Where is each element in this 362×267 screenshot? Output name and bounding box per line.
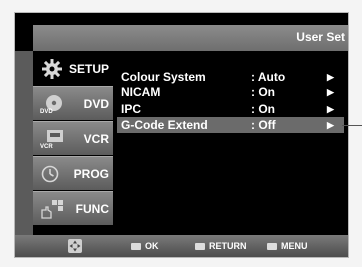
sidebar-item-label: SETUP	[68, 62, 109, 76]
setting-row-nicam[interactable]: NICAM : On ▶	[121, 84, 344, 100]
function-icon	[39, 198, 65, 220]
callout-line	[342, 125, 362, 126]
sidebar-item-label: DVD	[83, 97, 109, 111]
sidebar-item-label: FUNC	[75, 202, 109, 216]
ok-label: OK	[145, 241, 159, 251]
dvd-icon: DVD	[39, 93, 65, 115]
right-arrow-icon[interactable]: ▶	[327, 118, 334, 132]
setting-name: IPC	[121, 102, 142, 116]
right-arrow-icon[interactable]: ▶	[327, 70, 334, 84]
return-label: RETURN	[209, 241, 247, 251]
sidebar-item-label: VCR	[83, 132, 109, 146]
sidebar-item-setup[interactable]: SETUP	[33, 51, 113, 85]
setting-value: : On	[251, 102, 275, 116]
sidebar-item-func[interactable]: FUNC	[33, 191, 113, 225]
header-bar: User Set	[15, 13, 348, 51]
sidebar-item-label: PROG	[73, 167, 109, 181]
dvd-icon-text: DVD	[40, 109, 53, 115]
setting-row-colour-system[interactable]: Colour System : Auto ▶	[121, 69, 344, 85]
sidebar-item-dvd[interactable]: DVD DVD	[33, 86, 113, 120]
sidebar-item-prog[interactable]: PROG	[33, 156, 113, 190]
settings-panel: Colour System : Auto ▶ NICAM : On ▶ IPC …	[113, 51, 348, 235]
vcr-icon: VCR	[39, 128, 65, 150]
osd-screen: User Set SETUP DVD DVD VCR VCR PROG FUNC…	[14, 12, 349, 258]
clock-icon	[39, 163, 65, 185]
setting-row-g-code-extend[interactable]: G-Code Extend : Off ▶	[117, 117, 344, 133]
setting-value: : On	[251, 85, 275, 99]
footer-bar: OK RETURN MENU	[15, 235, 348, 257]
menu-hint[interactable]: MENU	[267, 241, 308, 251]
return-hint[interactable]: RETURN	[195, 241, 247, 251]
vcr-icon-text: VCR	[40, 144, 53, 150]
menu-key-icon	[267, 243, 277, 251]
right-arrow-icon[interactable]: ▶	[327, 85, 334, 99]
gear-icon	[39, 58, 65, 80]
setting-value: : Off	[251, 118, 276, 132]
sidebar-item-vcr[interactable]: VCR VCR	[33, 121, 113, 155]
page-title: User Set	[296, 30, 345, 44]
left-edge-bar	[15, 51, 33, 235]
setting-name: NICAM	[121, 85, 161, 99]
setting-row-ipc[interactable]: IPC : On ▶	[121, 101, 344, 117]
sidebar-menu: SETUP DVD DVD VCR VCR PROG FUNC	[33, 51, 113, 226]
menu-label: MENU	[281, 241, 308, 251]
setting-value: : Auto	[251, 70, 286, 84]
setting-name: G-Code Extend	[121, 118, 208, 132]
navigation-pad-icon	[67, 238, 83, 256]
return-key-icon	[195, 243, 205, 251]
setting-name: Colour System	[121, 70, 206, 84]
ok-hint[interactable]: OK	[131, 241, 159, 251]
right-arrow-icon[interactable]: ▶	[327, 102, 334, 116]
ok-key-icon	[131, 243, 141, 251]
